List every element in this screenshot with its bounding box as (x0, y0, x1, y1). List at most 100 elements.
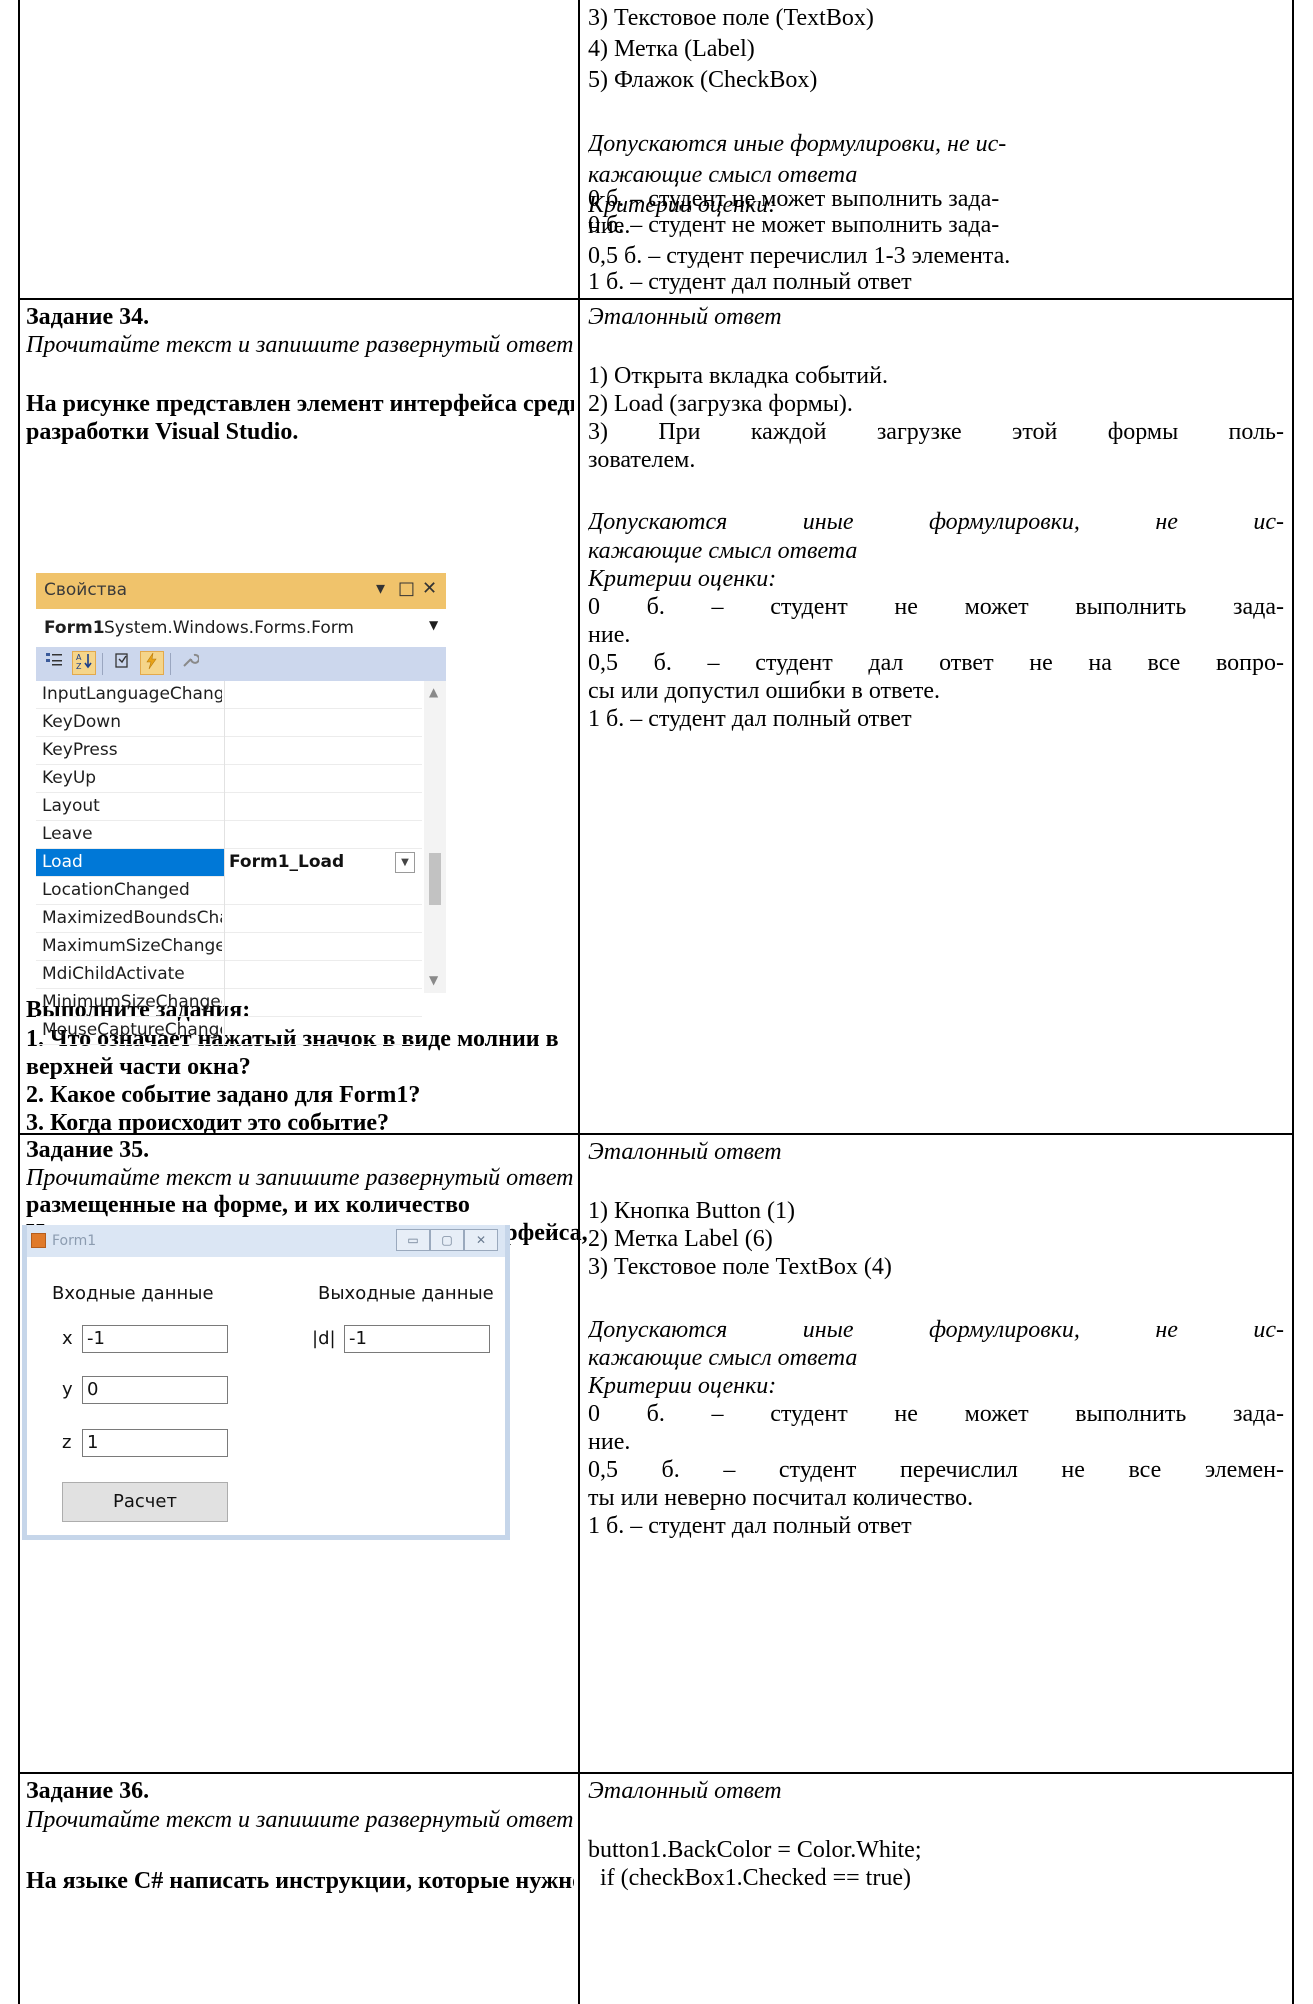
event-row[interactable]: MaximizedBoundsCha (36, 905, 422, 933)
task36-answer-cell: Эталонный ответ button1.BackColor = Colo… (588, 1774, 1284, 2004)
task-instruction: Прочитайте текст и запишите развернутый … (26, 1807, 574, 1833)
task-prompt: На языке C# написать инструкции, которые… (26, 1868, 574, 1894)
events-grid: InputLanguageChangi KeyDown KeyPress KeyUp L… (36, 681, 422, 1045)
document-page: 3) Текстовое поле (TextBox) 4) Метка (La… (0, 0, 1313, 2004)
event-row[interactable]: LocationChanged (36, 877, 422, 905)
task-title: Задание 36. (26, 1778, 150, 1804)
criteria-line: сы или допустил ошибки в ответе. (588, 678, 940, 704)
grid-column-divider (224, 989, 225, 1017)
d-value: -1 (349, 1328, 367, 1349)
event-row[interactable]: MdiChildActivate (36, 961, 422, 989)
answer-item: 4) Метка (Label) (588, 36, 755, 62)
object-name: Form1 (44, 618, 105, 638)
z-textbox[interactable]: 1 (82, 1429, 228, 1457)
x-textbox[interactable]: -1 (82, 1325, 228, 1353)
x-label: x (62, 1328, 73, 1349)
task34-answer-cell: Эталонный ответ 1) Открыта вкладка событ… (588, 300, 1284, 1133)
answer-line: 2) Метка Label (6) (588, 1226, 773, 1252)
panel-close-icon[interactable]: ✕ (422, 578, 437, 599)
table-border-middle (578, 0, 580, 2004)
question-line: 3. Когда происходит это событие? (26, 1110, 390, 1133)
criteria-line: 0 б. – студент не может выполнить зада- (588, 1401, 1284, 1427)
answer-line: 1) Кнопка Button (1) (588, 1198, 795, 1224)
event-name: MaximizedBoundsCha (42, 908, 222, 928)
answer-line: зователем. (588, 447, 696, 473)
d-textbox[interactable]: -1 (344, 1325, 490, 1353)
event-row[interactable]: KeyUp (36, 765, 422, 793)
grid-column-divider (224, 961, 225, 989)
object-selector[interactable]: Form1 System.Windows.Forms.Form ▼ (36, 609, 446, 647)
grid-column-divider (224, 737, 225, 765)
svg-text:A: A (76, 653, 82, 662)
panel-toolbar: AZ (36, 647, 446, 681)
criteria-title: Критерии оценки: (588, 1373, 777, 1399)
answer-title: Эталонный ответ (588, 304, 782, 330)
question-line: 2. Какое событие задано для Form1? (26, 1082, 421, 1108)
criteria-line: ты или неверно посчитал количество. (588, 1485, 974, 1511)
event-row[interactable]: MaximumSizeChanged (36, 933, 422, 961)
calculate-button[interactable]: Расчет (62, 1482, 228, 1522)
event-row[interactable]: InputLanguageChangi (36, 681, 422, 709)
criteria-line: ние. (588, 213, 631, 239)
event-row[interactable]: KeyDown (36, 709, 422, 737)
task-title: Задание 35. (26, 1137, 150, 1163)
task36-question-cell: Задание 36. Прочитайте текст и запишите … (26, 1774, 574, 2004)
note-line: Допускаются иные формулировки, не ис- (588, 509, 1284, 535)
grid-column-divider (224, 765, 225, 793)
properties-icon[interactable] (110, 651, 134, 675)
event-handler-value: Form1_Load (229, 852, 345, 872)
criteria-line: 0,5 б. – студент дал ответ не на все воп… (588, 650, 1284, 676)
criteria-line: 1 б. – студент дал полный ответ (588, 1513, 912, 1539)
panel-maximize-icon[interactable]: □ (398, 578, 415, 599)
table-border-right (1292, 0, 1294, 2004)
property-pages-wrench-icon[interactable] (178, 651, 202, 675)
event-name: KeyPress (42, 740, 118, 760)
y-label: y (62, 1379, 73, 1400)
task-instruction: Прочитайте текст и запишите развернутый … (26, 332, 574, 358)
event-row[interactable]: MouseCaptureChange (36, 1017, 422, 1045)
event-row[interactable]: Layout (36, 793, 422, 821)
note-line: кажающие смысл ответа (588, 538, 858, 564)
top-criteria-cell: 0 б. – студент не может выполнить зада- … (588, 184, 1284, 298)
y-value: 0 (87, 1379, 99, 1400)
scroll-up-icon[interactable]: ▲ (429, 685, 438, 699)
alphabetical-icon[interactable]: AZ (72, 651, 96, 675)
panel-title: Свойства (44, 580, 128, 600)
scroll-thumb[interactable] (429, 853, 441, 905)
event-row[interactable]: Load Form1_Load ▼ (36, 849, 422, 877)
code-line: button1.BackColor = Color.White; (588, 1837, 922, 1863)
code-line: if (checkBox1.Checked == true) (588, 1865, 911, 1891)
grid-column-divider (224, 793, 225, 821)
events-scrollbar[interactable]: ▲ ▼ (424, 681, 446, 993)
panel-title-bar: Свойства ▾ □ ✕ (36, 573, 446, 609)
event-row[interactable]: KeyPress (36, 737, 422, 765)
answer-line: 3) Текстовое поле TextBox (4) (588, 1254, 892, 1280)
criteria-line: 0,5 б. – студент перечислил не все элеме… (588, 1457, 1284, 1483)
event-row[interactable]: MinimumSizeChanged (36, 989, 422, 1017)
criteria-line: 0 б. – студент не может выполнить зада- (588, 186, 1000, 212)
event-row[interactable]: Leave (36, 821, 422, 849)
scroll-down-icon[interactable]: ▼ (429, 973, 438, 987)
panel-menu-arrow-icon[interactable]: ▾ (376, 578, 385, 599)
z-label: z (62, 1432, 72, 1453)
answer-line: 1) Открыта вкладка событий. (588, 363, 888, 389)
table-border-left (18, 0, 20, 2004)
task-title: Задание 34. (26, 304, 150, 330)
chevron-down-icon[interactable]: ▼ (395, 852, 415, 873)
x-value: -1 (87, 1328, 105, 1349)
answer-line: 2) Load (загрузка формы). (588, 391, 853, 417)
event-name: MinimumSizeChanged (42, 992, 222, 1012)
event-handler-field[interactable]: Form1_Load ▼ (225, 849, 422, 877)
grid-column-divider (224, 877, 225, 905)
grid-column-divider (224, 905, 225, 933)
d-label: |d| (312, 1328, 336, 1349)
event-name: InputLanguageChangi (42, 684, 222, 704)
events-lightning-icon[interactable] (140, 651, 164, 675)
y-textbox[interactable]: 0 (82, 1376, 228, 1404)
chevron-down-icon[interactable]: ▼ (429, 618, 438, 632)
criteria-line: 1 б. – студент дал полный ответ (588, 269, 912, 295)
task35-answer-cell: Эталонный ответ 1) Кнопка Button (1) 2) … (588, 1135, 1284, 1772)
categorized-icon[interactable] (42, 651, 66, 675)
grid-column-divider (224, 1017, 225, 1045)
event-name: MaximumSizeChanged (42, 936, 222, 956)
